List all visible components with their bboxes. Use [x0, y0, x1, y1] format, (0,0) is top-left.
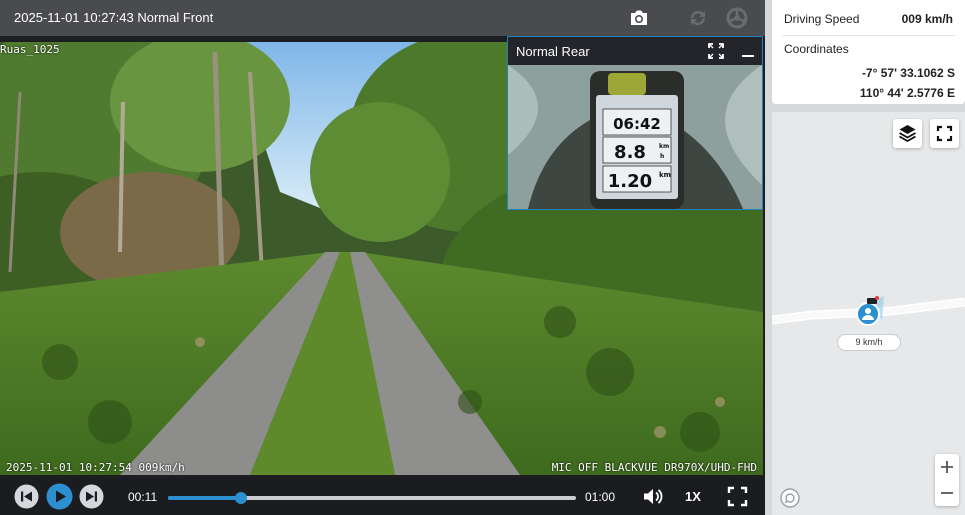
- map-view[interactable]: 9 km/h: [772, 112, 965, 515]
- vehicle-marker-icon[interactable]: [852, 294, 892, 334]
- wheel-icon[interactable]: [725, 6, 749, 30]
- rear-camera-pip[interactable]: Normal Rear 06:42 8.8 km h 1.20 km: [507, 36, 763, 210]
- driving-info-card: Driving Speed 009 km/h Coordinates -7° 5…: [772, 0, 965, 104]
- video-timestamp-overlay: 2025-11-01 10:27:54 009km/h: [6, 461, 185, 474]
- seek-handle[interactable]: [235, 492, 248, 504]
- gps-time: 06:42: [613, 115, 661, 133]
- player-topbar: 2025-11-01 10:27:43 Normal Front: [0, 0, 765, 36]
- marker-speed-tag: 9 km/h: [837, 334, 901, 351]
- coordinates-label: Coordinates: [784, 42, 849, 56]
- pip-header: Normal Rear: [508, 37, 762, 65]
- gps-distance-unit: km: [659, 171, 671, 179]
- expand-icon[interactable]: [707, 42, 725, 60]
- gps-distance: 1.20: [608, 171, 652, 192]
- app-window: 2025-11-01 10:27:43 Normal Front Ruas_10…: [0, 0, 965, 515]
- device-info-overlay: MIC OFF BLACKVUE DR970X/UHD-FHD: [551, 461, 757, 474]
- seek-bar[interactable]: [168, 492, 576, 504]
- total-time: 01:00: [585, 490, 616, 504]
- driving-speed-label: Driving Speed: [784, 12, 860, 26]
- next-icon[interactable]: [79, 484, 104, 509]
- latitude-value: -7° 57' 33.1062 S: [861, 66, 955, 80]
- video-title: 2025-11-01 10:27:43 Normal Front: [14, 10, 214, 25]
- zoom-in-button[interactable]: [935, 454, 959, 480]
- play-icon[interactable]: [46, 483, 73, 510]
- current-time: 00:11: [128, 490, 158, 504]
- zoom-out-button[interactable]: [935, 480, 959, 506]
- layers-icon: [899, 125, 916, 143]
- seek-progress: [168, 496, 242, 500]
- video-player: 2025-11-01 10:27:43 Normal Front Ruas_10…: [0, 0, 765, 515]
- map-attribution-icon[interactable]: [779, 487, 801, 509]
- map-fullscreen-button[interactable]: [930, 119, 959, 148]
- longitude-value: 110° 44' 2.5776 E: [859, 86, 955, 100]
- map-layers-button[interactable]: [893, 119, 922, 148]
- volume-icon[interactable]: [640, 484, 665, 509]
- divider: [782, 35, 955, 36]
- fullscreen-icon[interactable]: [725, 484, 750, 509]
- zoom-control: [935, 454, 959, 506]
- rear-video-frame: 06:42 8.8 km h 1.20 km: [508, 65, 762, 209]
- fullscreen-icon: [936, 125, 953, 142]
- gps-speed: 8.8: [614, 142, 646, 163]
- rear-camera-image: 06:42 8.8 km h 1.20 km: [508, 65, 762, 209]
- gps-speed-unit-top: km: [659, 143, 669, 150]
- playback-controls: 00:11 01:00 1X: [0, 478, 765, 515]
- sync-icon[interactable]: [686, 6, 710, 30]
- playback-speed-button[interactable]: 1X: [685, 489, 701, 504]
- minimize-icon[interactable]: [739, 42, 757, 60]
- camera-icon[interactable]: [627, 6, 651, 30]
- camera-name-label: Ruas_1025: [0, 43, 60, 56]
- pip-title: Normal Rear: [516, 44, 590, 59]
- gps-speed-unit-bottom: h: [660, 153, 664, 160]
- minus-icon: [941, 492, 953, 494]
- driving-speed-value: 009 km/h: [901, 12, 953, 26]
- prev-icon[interactable]: [14, 484, 39, 509]
- plus-icon: [941, 461, 953, 473]
